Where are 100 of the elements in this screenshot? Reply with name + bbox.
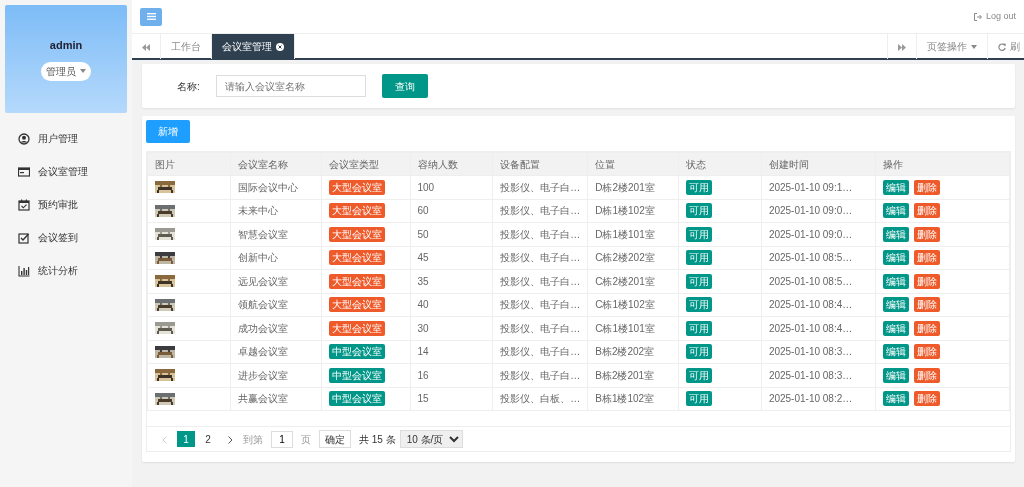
sidebar-item[interactable]: 会议签到 [0,221,132,254]
delete-button[interactable]: 删除 [913,320,940,336]
table-cell: 投影仪、电子白… [492,222,588,246]
edit-button[interactable]: 编辑 [882,273,909,289]
edit-button[interactable]: 编辑 [882,391,909,407]
table-cell: B栋2楼202室 [587,340,679,364]
room-type-tag: 大型会议室 [328,203,385,219]
table-cell: 未来中心 [230,199,322,223]
table-cell: 国际会议中心 [230,175,322,199]
delete-button[interactable]: 删除 [913,297,940,313]
table-cell: D栋1楼102室 [587,199,679,223]
page-button[interactable]: 1 [177,431,195,447]
delete-button[interactable]: 删除 [913,367,940,383]
status-tag: 可用 [686,203,713,219]
room-type-tag: 大型会议室 [328,320,385,336]
menu-icon [146,13,156,20]
page-size-select[interactable]: 10 条/页 [399,430,463,448]
sidebar-item[interactable]: 预约审批 [0,188,132,221]
room-type-tag: 中型会议室 [328,367,385,383]
table-cell: 2025-01-10 08:5… [761,269,876,293]
table-cell: 50 [410,222,493,246]
card-icon [18,165,30,178]
bar-chart-icon [18,264,30,277]
page-unit-label: 页 [301,432,311,447]
table-cell: 14 [410,340,493,364]
column-header: 设备配置 [492,152,588,176]
room-type-tag: 中型会议室 [328,344,385,360]
delete-button[interactable]: 删除 [913,391,940,407]
status-tag: 可用 [686,320,713,336]
table-cell: 投影仪、电子白… [492,269,588,293]
table-cell: 2025-01-10 09:1… [761,175,876,199]
column-header: 创建时间 [761,152,876,176]
add-button[interactable]: 新增 [146,120,190,143]
table-cell: 35 [410,269,493,293]
table-cell: C栋1楼102室 [587,293,679,317]
status-tag: 可用 [686,344,713,360]
table-cell: C栋2楼202室 [587,246,679,270]
edit-button[interactable]: 编辑 [882,179,909,195]
status-tag: 可用 [686,391,713,407]
table-cell: 2025-01-10 08:2… [761,387,876,411]
table-cell: 2025-01-10 08:3… [761,340,876,364]
edit-button[interactable]: 编辑 [882,320,909,336]
menu-button[interactable] [140,7,162,26]
status-tag: 可用 [686,367,713,383]
delete-button[interactable]: 删除 [913,344,940,360]
tab[interactable]: 会议室管理 [212,34,295,59]
column-header: 容纳人数 [410,152,493,176]
room-type-tag: 大型会议室 [328,179,385,195]
refresh-icon [998,42,1006,51]
search-button[interactable]: 查询 [381,74,428,98]
chevron-right-icon [227,435,233,444]
goto-label: 到第 [243,432,263,447]
tab-actions-dropdown[interactable]: 页签操作 [917,34,988,59]
table-cell: 远见会议室 [230,269,322,293]
double-right-icon [898,43,906,51]
page-number-field[interactable]: 1 [271,430,293,448]
calendar-icon [18,198,30,211]
sidebar-item[interactable]: 统计分析 [0,254,132,287]
table-cell: 进步会议室 [230,363,322,387]
edit-button[interactable]: 编辑 [882,226,909,242]
delete-button[interactable]: 删除 [913,226,940,242]
table-cell: 卓越会议室 [230,340,322,364]
table-cell: 共赢会议室 [230,387,322,411]
status-tag: 可用 [686,179,713,195]
column-header: 位置 [587,152,679,176]
sidebar-item[interactable]: 会议室管理 [0,155,132,188]
delete-button[interactable]: 删除 [913,179,940,195]
table-cell: D栋2楼201室 [587,175,679,199]
table-cell: C栋2楼201室 [587,269,679,293]
edit-button[interactable]: 编辑 [882,344,909,360]
table-cell: 60 [410,199,493,223]
column-header: 图片 [147,152,231,176]
page-button[interactable]: 2 [199,431,217,447]
table-cell: 成功会议室 [230,316,322,340]
sidebar-item[interactable]: 用户管理 [0,122,132,155]
scroll-right-button[interactable] [887,34,917,59]
delete-button[interactable]: 删除 [913,273,940,289]
search-label: 名称: [177,79,200,94]
user-name: admin [49,38,83,54]
logout-link[interactable]: Log out [973,9,1016,24]
table-cell: 智慧会议室 [230,222,322,246]
edit-button[interactable]: 编辑 [882,250,909,266]
search-field[interactable]: 请输入会议室名称 [215,75,366,97]
table-cell: 45 [410,246,493,270]
refresh-button[interactable]: 刷 [988,34,1024,59]
checkbox-icon [18,231,30,244]
table-cell: 2025-01-10 09:0… [761,199,876,223]
delete-button[interactable]: 删除 [913,203,940,219]
table-cell: 投影仪、电子白… [492,363,588,387]
edit-button[interactable]: 编辑 [882,367,909,383]
confirm-button[interactable]: 确定 [319,430,351,448]
column-header: 会议室类型 [321,152,410,176]
role-dropdown[interactable]: 管理员 [41,61,91,81]
edit-button[interactable]: 编辑 [882,297,909,313]
delete-button[interactable]: 删除 [913,250,940,266]
edit-button[interactable]: 编辑 [882,203,909,219]
table-cell: 投影仪、电子白… [492,293,588,317]
table-cell: 领航会议室 [230,293,322,317]
table-cell: 2025-01-10 08:4… [761,316,876,340]
column-header: 状态 [678,152,762,176]
